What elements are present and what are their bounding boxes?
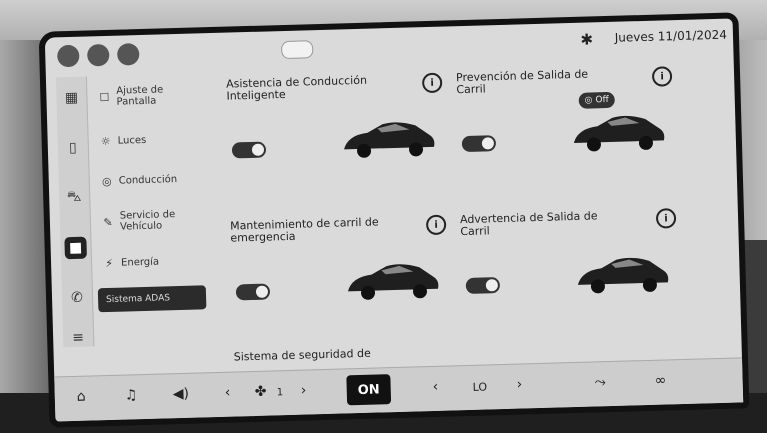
menu-item-service[interactable]: ✎ Servicio de Vehículo [102, 208, 213, 233]
feature-title: Mantenimiento de carril de emergencia [229, 215, 379, 245]
temp-increase-button[interactable]: › [516, 376, 522, 392]
car-settings-icon[interactable]: ■ [64, 236, 87, 260]
feature-title: Asistencia de Conducción Inteligente [225, 73, 368, 103]
left-rail: ▦ ▯ ⛍ ■ ✆ ≡ [55, 76, 95, 350]
menu-item-lights[interactable]: ☼ Luces [100, 133, 210, 149]
window-dot-2 [86, 43, 110, 67]
menu-icon[interactable]: ≡ [67, 327, 90, 350]
menu-item-label: Conducción [118, 174, 178, 187]
menu-item-label: Ajuste de Pantalla [116, 84, 164, 108]
phone-icon[interactable]: ✆ [66, 287, 89, 310]
display-icon: ☐ [99, 90, 110, 104]
menu-item-energy[interactable]: ⚡ Energía [103, 255, 213, 271]
feature-toggle[interactable] [231, 141, 267, 159]
feature-toggle[interactable] [235, 283, 271, 301]
fan-decrease-button[interactable]: ‹ [225, 385, 231, 401]
steering-icon: ◎ [101, 174, 112, 189]
lights-icon: ☼ [100, 134, 111, 149]
partial-feature-title: Sistema de seguridad de [233, 346, 371, 364]
feature-card-lane-departure-prevention: Prevención de Salida de Carril i ◎ Off [456, 66, 679, 192]
seat-heat-icon[interactable]: ⤳ [594, 374, 606, 390]
steering-icon: ◎ [584, 95, 593, 106]
home-icon[interactable]: ⌂ [77, 389, 86, 405]
infotainment-screen: ✱ Jueves 11/01/2024 ▦ ▯ ⛍ ■ ✆ ≡ ☐ Ajuste… [38, 12, 750, 428]
car-image [577, 257, 669, 294]
feature-card-lane-departure-warning: Advertencia de Salida de Carril i [460, 208, 683, 334]
bluetooth-icon: ✱ [580, 30, 594, 49]
grid-icon[interactable]: ▦ [60, 87, 83, 110]
climate-on-button[interactable]: ON [346, 374, 392, 406]
menu-item-label: Energía [120, 256, 160, 269]
temp-decrease-button[interactable]: ‹ [432, 379, 438, 395]
car-image [344, 122, 435, 158]
volume-icon[interactable]: ◀) [173, 386, 190, 402]
feature-toggle[interactable] [465, 277, 501, 295]
menu-item-selected[interactable]: Sistema ADAS [97, 285, 207, 313]
menu-item-label: Luces [117, 134, 147, 147]
phone-device-icon[interactable]: ▯ [62, 137, 85, 160]
feature-title: Advertencia de Salida de Carril [459, 209, 598, 239]
top-pill-indicator [280, 40, 314, 60]
feature-card-emergency-lane-keeping: Mantenimiento de carril de emergencia i [230, 214, 453, 340]
info-icon[interactable]: i [655, 208, 677, 229]
temperature-label: LO [472, 380, 488, 394]
info-icon[interactable]: i [421, 72, 443, 94]
fan-level: 1 [276, 387, 284, 399]
car-icon[interactable]: ⛍ [63, 187, 86, 210]
steering-off-badge: ◎ Off [578, 91, 615, 109]
wrench-icon: ✎ [103, 215, 113, 229]
menu-item-display[interactable]: ☐ Ajuste de Pantalla [98, 83, 209, 108]
settings-menu: ☐ Ajuste de Pantalla ☼ Luces ◎ Conducció… [90, 73, 217, 346]
battery-icon: ⚡ [105, 256, 114, 271]
music-icon[interactable]: ♫ [125, 387, 138, 403]
fan-icon: ✤ [254, 383, 267, 400]
window-dot-3 [116, 43, 140, 66]
feature-toggle[interactable] [461, 135, 497, 153]
car-image [573, 115, 665, 152]
info-icon[interactable]: i [425, 214, 447, 236]
menu-item-label: Sistema ADAS [105, 293, 171, 306]
recirculation-icon[interactable]: ∞ [654, 372, 666, 388]
car-image [347, 264, 439, 300]
feature-card-intelligent-driving: Asistencia de Conducción Inteligente i [226, 72, 449, 198]
info-icon[interactable]: i [651, 66, 673, 87]
window-dot-1 [56, 44, 80, 68]
date-label: Jueves 11/01/2024 [614, 27, 728, 45]
menu-item-label: Servicio de Vehículo [119, 209, 176, 233]
menu-item-driving[interactable]: ◎ Conducción [101, 173, 211, 189]
fan-increase-button[interactable]: › [301, 383, 307, 399]
